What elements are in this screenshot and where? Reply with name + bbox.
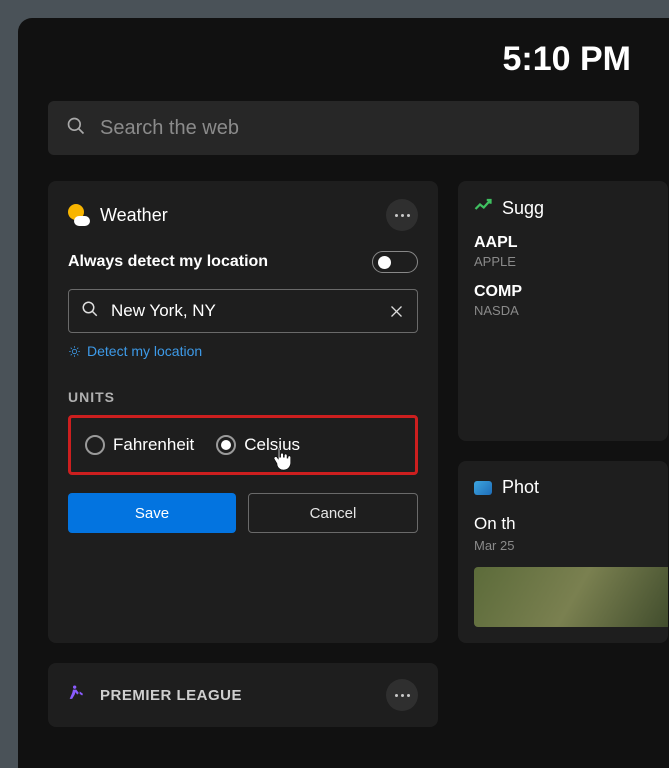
- stock-item[interactable]: COMP NASDA: [474, 283, 652, 318]
- suggested-title: Sugg: [502, 198, 544, 219]
- premier-league-card: PREMIER LEAGUE: [48, 663, 438, 727]
- weather-more-button[interactable]: [386, 199, 418, 231]
- weather-title: Weather: [100, 205, 168, 226]
- cancel-button[interactable]: Cancel: [248, 493, 418, 533]
- celsius-radio[interactable]: Celsius: [216, 435, 300, 455]
- weather-card: Weather Always detect my location New Yo…: [48, 181, 438, 643]
- photos-headline: On th: [474, 514, 652, 534]
- units-section-label: UNITS: [68, 389, 418, 405]
- location-input[interactable]: New York, NY: [68, 289, 418, 333]
- celsius-label: Celsius: [244, 435, 300, 455]
- photos-title: Phot: [502, 477, 539, 498]
- units-radio-group: Fahrenheit Celsius: [68, 415, 418, 475]
- search-icon: [81, 300, 99, 323]
- photos-card: Phot On th Mar 25: [458, 461, 668, 643]
- stock-symbol: AAPL: [474, 234, 652, 252]
- always-detect-toggle[interactable]: [372, 251, 418, 273]
- stock-name: APPLE: [474, 254, 652, 269]
- premier-league-icon: [68, 683, 88, 708]
- stock-symbol: COMP: [474, 283, 652, 301]
- fahrenheit-label: Fahrenheit: [113, 435, 194, 455]
- photos-date: Mar 25: [474, 538, 652, 553]
- trending-up-icon: [474, 197, 492, 220]
- side-column: Sugg AAPL APPLE COMP NASDA Phot On th Ma…: [458, 181, 668, 643]
- clear-location-button[interactable]: [387, 302, 405, 320]
- search-placeholder: Search the web: [100, 117, 239, 140]
- stock-name: NASDA: [474, 303, 652, 318]
- widgets-row: Weather Always detect my location New Yo…: [18, 181, 669, 643]
- radio-checked-icon: [216, 435, 236, 455]
- widgets-panel: 5:10 PM Search the web Weather Always de: [18, 18, 669, 768]
- detect-location-link[interactable]: Detect my location: [68, 343, 418, 359]
- onedrive-icon: [474, 481, 492, 495]
- fahrenheit-radio[interactable]: Fahrenheit: [85, 435, 194, 455]
- weather-icon: [68, 204, 90, 226]
- detect-location-label: Detect my location: [87, 343, 202, 359]
- save-button[interactable]: Save: [68, 493, 236, 533]
- cancel-button-label: Cancel: [310, 505, 357, 522]
- premier-league-title: PREMIER LEAGUE: [100, 687, 242, 704]
- widgets-row-2: PREMIER LEAGUE: [18, 663, 669, 727]
- clock: 5:10 PM: [18, 40, 669, 79]
- suggested-card: Sugg AAPL APPLE COMP NASDA: [458, 181, 668, 441]
- search-icon: [66, 116, 86, 141]
- location-value: New York, NY: [111, 301, 375, 321]
- radio-unchecked-icon: [85, 435, 105, 455]
- premier-league-more-button[interactable]: [386, 679, 418, 711]
- always-detect-label: Always detect my location: [68, 253, 268, 271]
- photo-thumbnail[interactable]: [474, 567, 668, 627]
- save-button-label: Save: [135, 505, 169, 522]
- search-bar[interactable]: Search the web: [48, 101, 639, 155]
- stock-item[interactable]: AAPL APPLE: [474, 234, 652, 269]
